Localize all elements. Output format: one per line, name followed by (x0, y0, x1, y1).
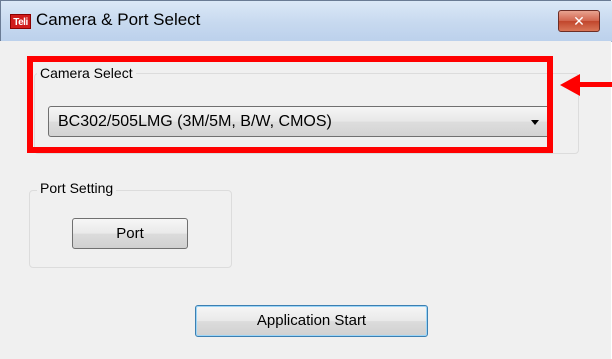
port-button[interactable]: Port (72, 218, 188, 249)
application-start-button[interactable]: Application Start (195, 305, 428, 337)
close-button[interactable]: ✕ (558, 10, 600, 32)
port-setting-label: Port Setting (37, 180, 117, 196)
red-arrow-icon (560, 74, 580, 96)
highlight-rectangle (27, 56, 553, 153)
window-title: Camera & Port Select (36, 10, 201, 29)
app-logo-icon: Teli (10, 14, 31, 29)
title-bar: Teli Camera & Port Select ✕ (1, 1, 612, 42)
red-arrow-shaft (577, 82, 612, 87)
